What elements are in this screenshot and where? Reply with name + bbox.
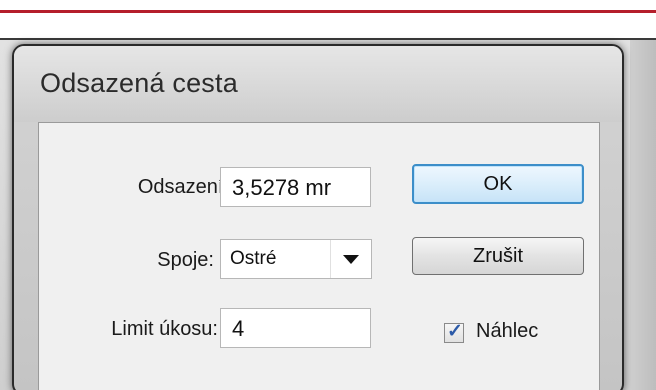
background-red-rule <box>0 10 656 13</box>
dialog-title: Odsazená cesta <box>40 68 238 98</box>
select-divider <box>330 240 331 278</box>
ok-button-label: OK <box>483 173 513 195</box>
preview-label[interactable]: Náhlec <box>476 320 538 343</box>
miter-limit-input[interactable]: 4 <box>220 308 371 348</box>
screen: Odsazená cesta Odsazení: 3,5278 mr Spoje… <box>0 0 656 390</box>
background-right-bar <box>630 40 656 390</box>
offset-label: Odsazení: <box>137 176 229 198</box>
offset-path-dialog: Odsazená cesta Odsazení: 3,5278 mr Spoje… <box>12 44 624 390</box>
joins-select[interactable]: Ostré <box>220 239 372 279</box>
chevron-down-icon[interactable] <box>343 255 359 264</box>
check-icon: ✓ <box>447 321 463 342</box>
joins-select-value: Ostré <box>230 248 277 269</box>
offset-input[interactable]: 3,5278 mr <box>220 167 371 207</box>
cancel-button-label: Zrušit <box>473 245 523 267</box>
dialog-body: Odsazení: 3,5278 mr Spoje: Ostré Limit ú… <box>38 122 600 390</box>
dialog-titlebar[interactable]: Odsazená cesta <box>14 46 622 122</box>
ok-button[interactable]: OK <box>412 164 584 204</box>
cancel-button[interactable]: Zrušit <box>412 237 584 275</box>
miter-limit-label: Limit úkosu: <box>111 318 218 340</box>
preview-checkbox[interactable]: ✓ <box>444 321 464 343</box>
joins-label: Spoje: <box>157 249 214 271</box>
